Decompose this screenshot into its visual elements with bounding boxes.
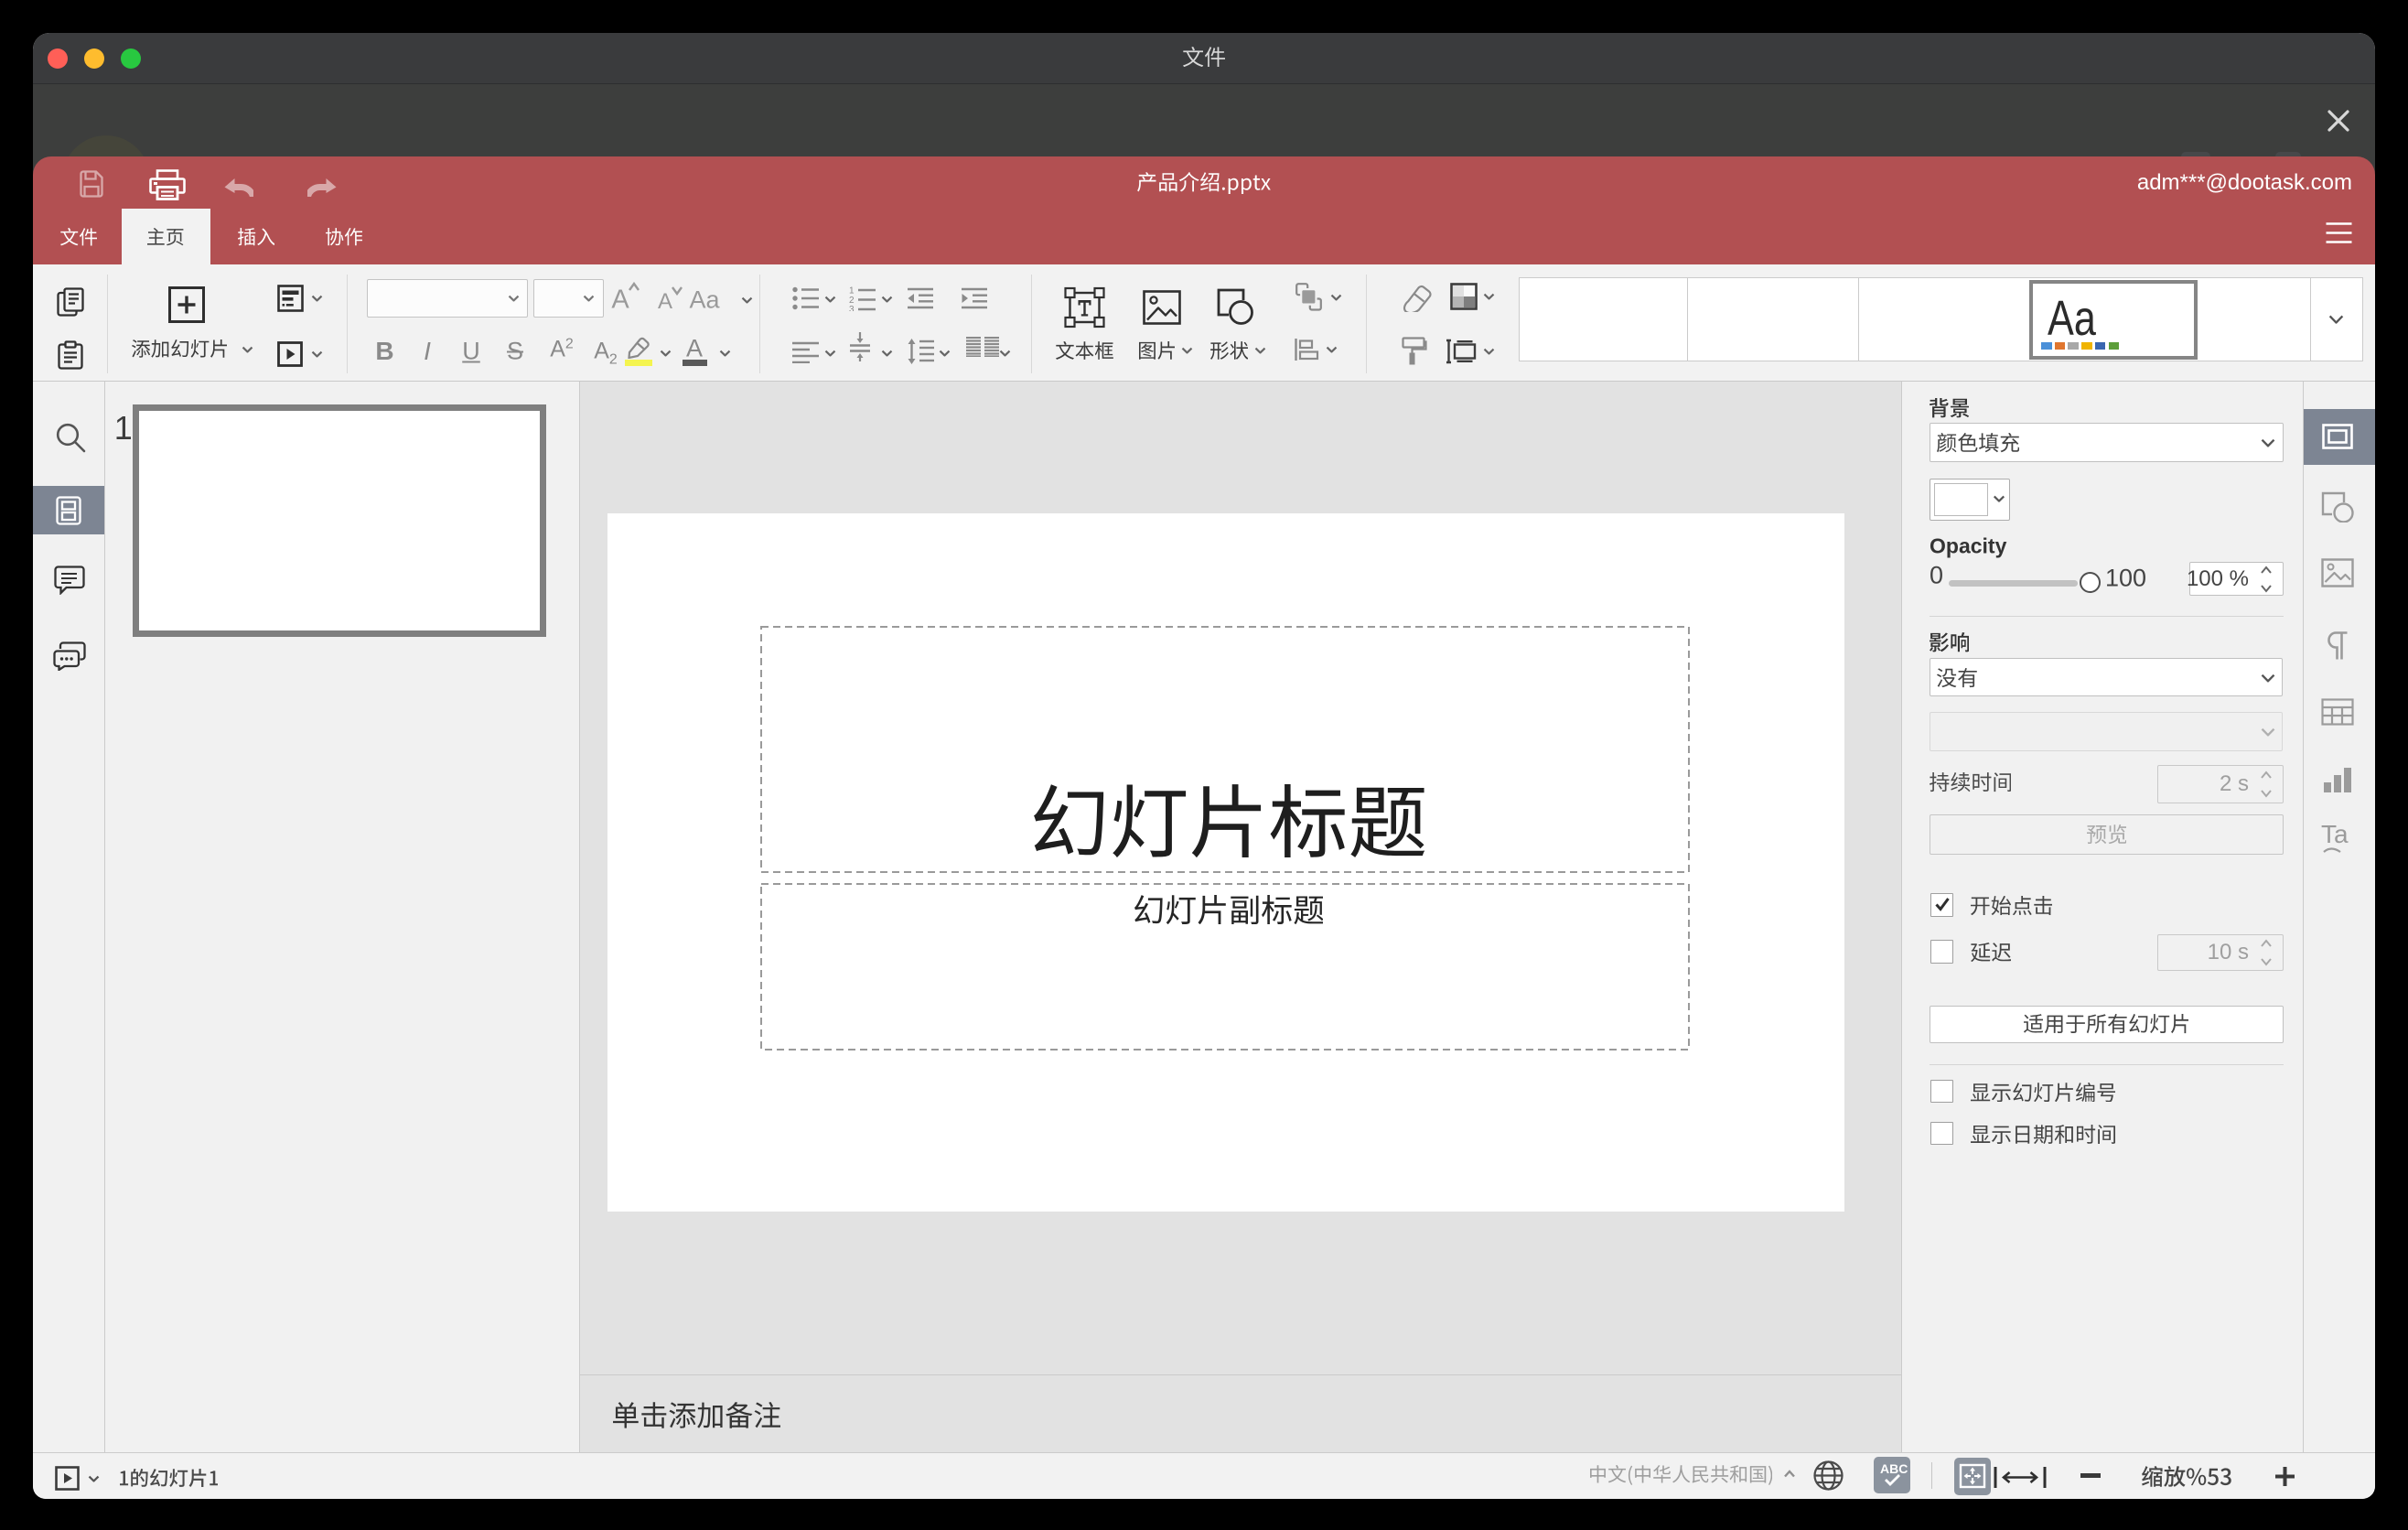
svg-text:Ta: Ta <box>2321 821 2349 848</box>
svg-text:1: 1 <box>849 286 855 296</box>
svg-text:3: 3 <box>849 305 855 311</box>
svg-text:ABC: ABC <box>1880 1461 1908 1476</box>
